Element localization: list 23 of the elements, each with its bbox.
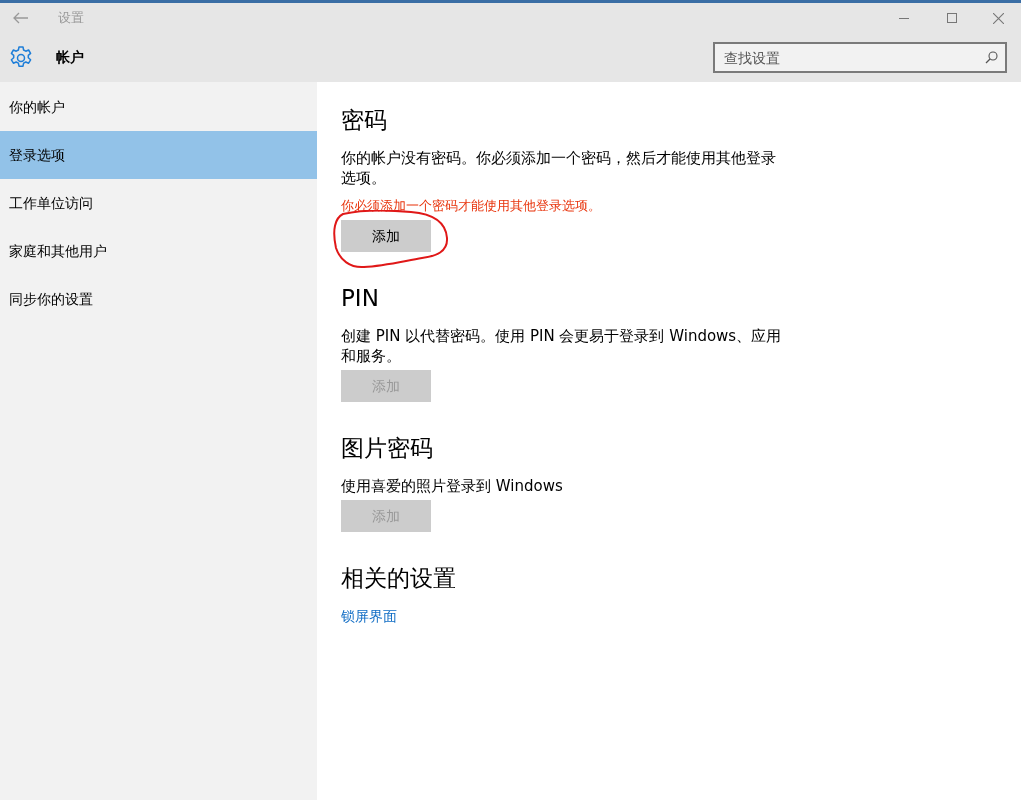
section-heading: PIN bbox=[341, 284, 380, 313]
description: 使用喜爱的照片登录到 Windows bbox=[341, 476, 564, 496]
window-title: 设置 bbox=[58, 9, 84, 28]
maximize-icon[interactable] bbox=[947, 13, 957, 23]
minimize-icon[interactable] bbox=[899, 17, 909, 19]
sidebar-item[interactable]: 工作单位访问 bbox=[0, 179, 317, 227]
add-button[interactable]: 添加 bbox=[341, 220, 431, 252]
settings-link[interactable]: 锁屏界面 bbox=[341, 606, 397, 627]
search-field[interactable]: 查找设置 bbox=[713, 42, 1007, 73]
gear-icon bbox=[9, 45, 33, 70]
sidebar-item[interactable]: 你的帐户 bbox=[0, 83, 317, 131]
sidebar-item[interactable]: 家庭和其他用户 bbox=[0, 227, 317, 275]
sidebar-item[interactable]: 同步你的设置 bbox=[0, 275, 317, 323]
page-title: 帐户 bbox=[56, 48, 84, 67]
section-heading: 图片密码 bbox=[341, 434, 434, 463]
search-icon[interactable] bbox=[985, 51, 998, 64]
description: 创建 PIN 以代替密码。使用 PIN 会更易于登录到 Windows、应用和服务。 bbox=[341, 326, 783, 366]
back-icon[interactable] bbox=[13, 12, 29, 24]
close-icon[interactable] bbox=[993, 12, 1004, 24]
section-heading: 相关的设置 bbox=[341, 564, 457, 593]
description: 你的帐户没有密码。你必须添加一个密码，然后才能使用其他登录选项。 bbox=[341, 148, 777, 188]
sidebar-item[interactable]: 登录选项 bbox=[0, 131, 317, 179]
section-heading: 密码 bbox=[341, 106, 388, 135]
